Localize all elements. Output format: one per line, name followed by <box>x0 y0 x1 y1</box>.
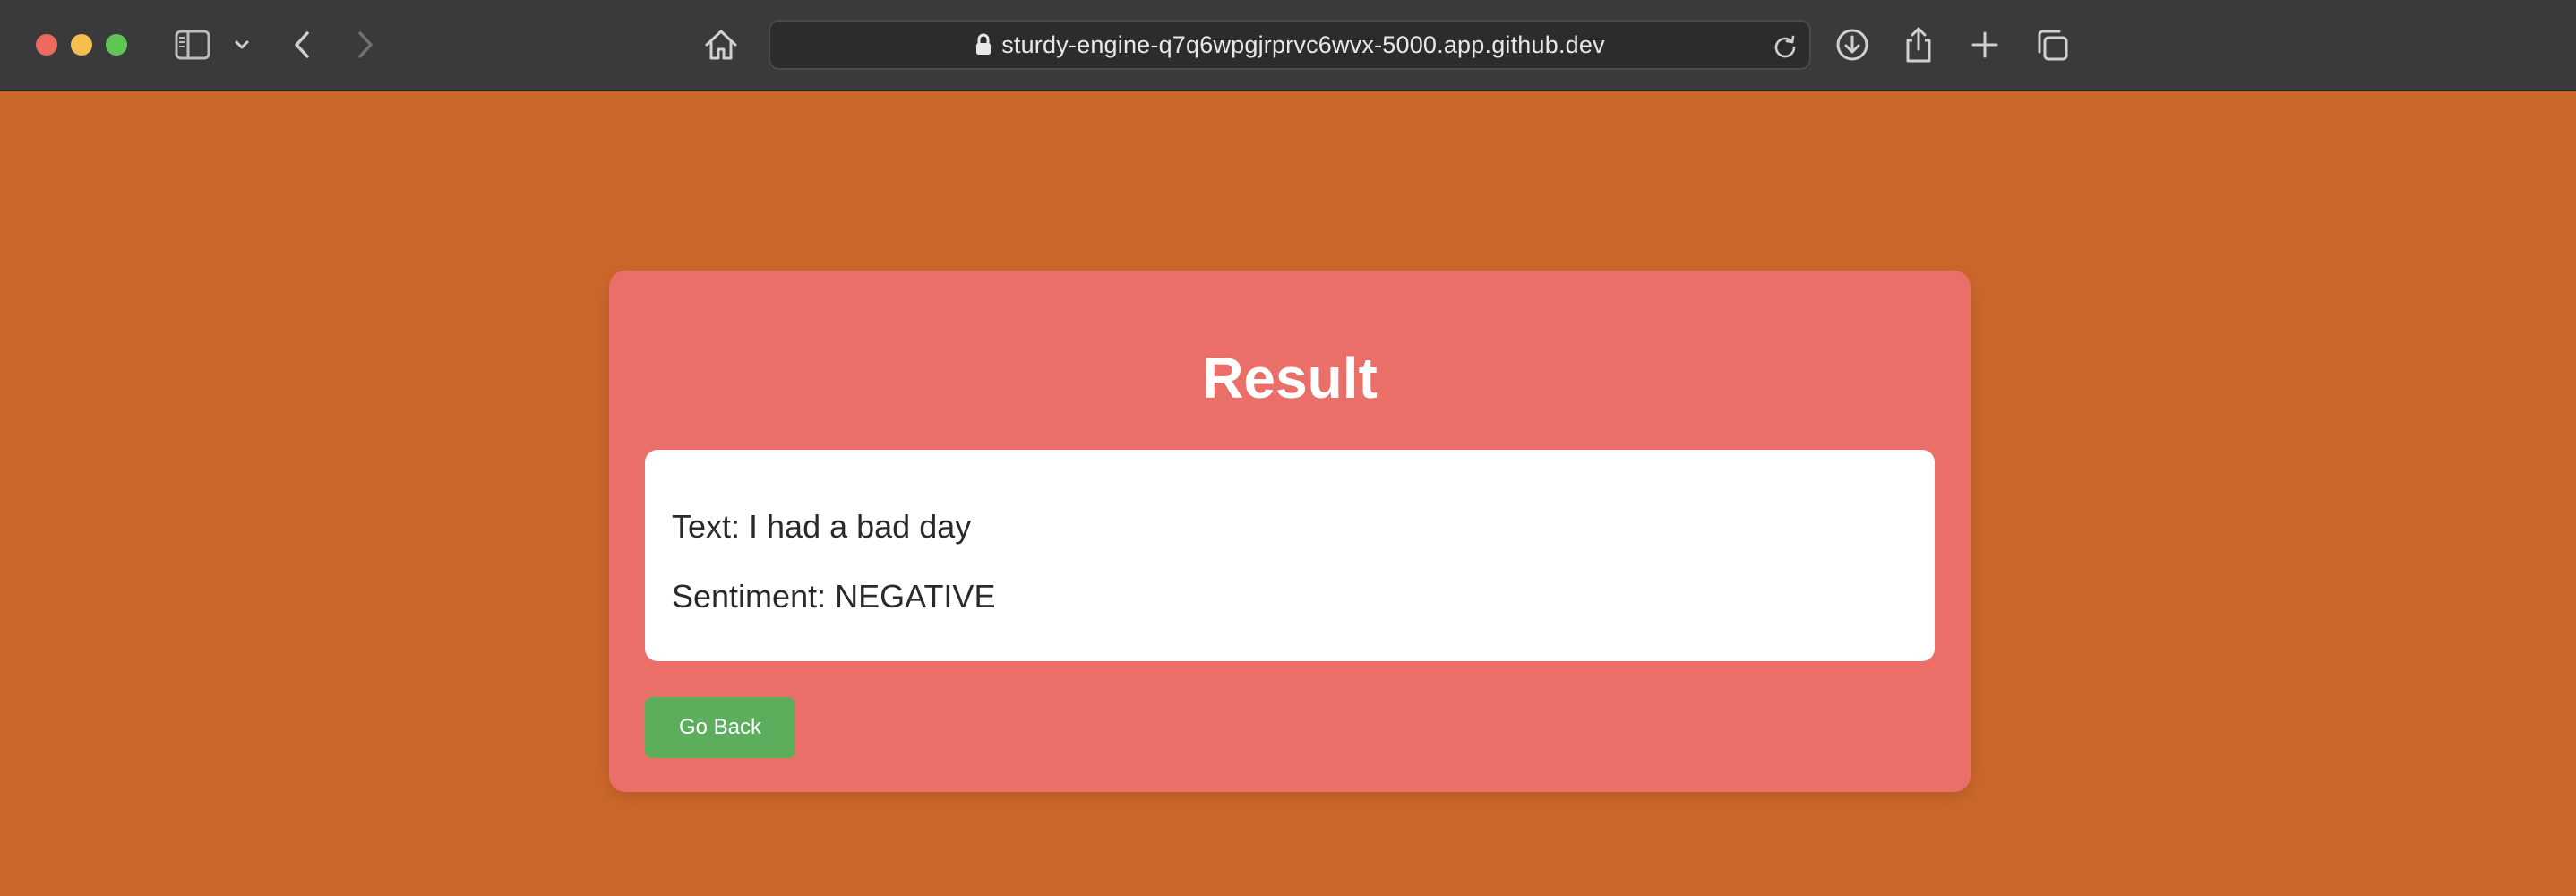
result-box: Text: I had a bad day Sentiment: NEGATIV… <box>645 450 1935 661</box>
go-back-button[interactable]: Go Back <box>645 697 795 758</box>
tabs-overview-icon[interactable] <box>2031 23 2074 66</box>
browser-toolbar: sturdy-engine-q7q6wpgjrprvc6wvx-5000.app… <box>0 0 2576 91</box>
url-text: sturdy-engine-q7q6wpgjrprvc6wvx-5000.app… <box>1001 30 1605 58</box>
lock-icon <box>975 33 992 56</box>
download-icon[interactable] <box>1831 23 1874 66</box>
share-icon[interactable] <box>1897 23 1940 66</box>
home-icon[interactable] <box>700 23 743 66</box>
window-zoom-button[interactable] <box>106 34 127 56</box>
page-title: Result <box>1202 346 1378 410</box>
sidebar-icon[interactable] <box>171 23 214 66</box>
window-minimize-button[interactable] <box>71 34 92 56</box>
sentiment-line: Sentiment: NEGATIVE <box>672 578 996 615</box>
window-close-button[interactable] <box>36 34 57 56</box>
chevron-right-icon[interactable] <box>344 23 387 66</box>
input-text-line: Text: I had a bad day <box>672 508 972 545</box>
chevron-down-icon[interactable] <box>220 23 263 66</box>
result-card: Result Text: I had a bad day Sentiment: … <box>609 271 1971 792</box>
address-bar[interactable]: sturdy-engine-q7q6wpgjrprvc6wvx-5000.app… <box>769 20 1811 70</box>
chevron-left-icon[interactable] <box>280 23 323 66</box>
plus-icon[interactable] <box>1963 23 2006 66</box>
reload-icon[interactable] <box>1770 30 1800 61</box>
